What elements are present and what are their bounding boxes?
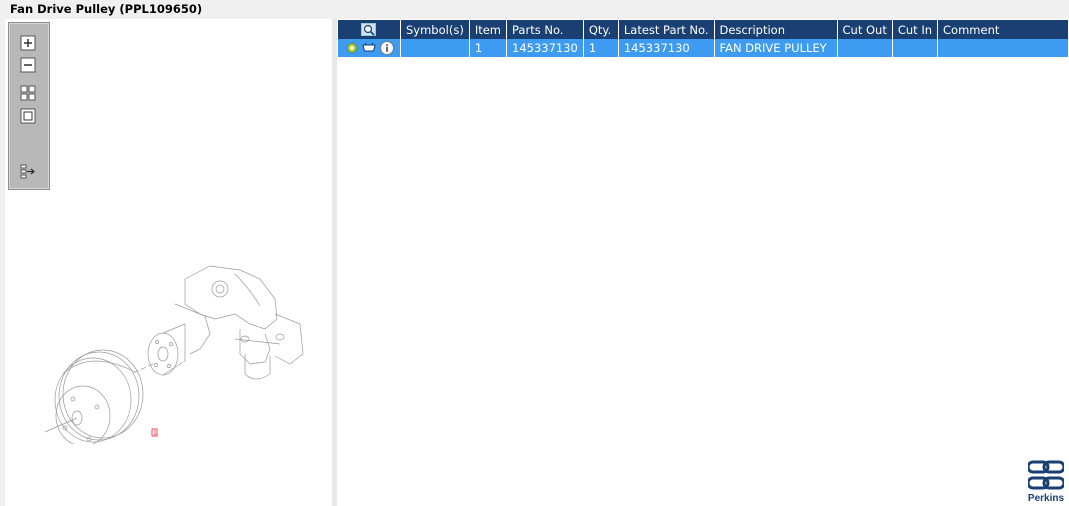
window-title: Fan Drive Pulley (PPL109650) [10, 2, 203, 16]
fit-window-button[interactable] [20, 108, 36, 124]
basket-icon[interactable] [362, 42, 376, 54]
parts-table: Symbol(s) Item Parts No. Qty. Latest Par… [338, 20, 1069, 57]
gear-icon[interactable] [346, 42, 358, 54]
select-column-header[interactable] [338, 20, 401, 39]
list-arrow-icon [20, 164, 36, 179]
zoom-out-button[interactable] [20, 57, 36, 73]
magnify-icon [361, 22, 376, 36]
cell-qty: 1 [583, 39, 619, 57]
exploded-view-drawing[interactable]: 1 [35, 244, 315, 444]
cell-symbols [400, 39, 470, 57]
cell-cut-in [892, 39, 939, 57]
perkins-emblem-icon [1026, 460, 1066, 490]
col-parts-no[interactable]: Parts No. [506, 20, 584, 39]
col-symbols[interactable]: Symbol(s) [400, 20, 470, 39]
zoom-in-icon [20, 35, 36, 51]
col-comment[interactable]: Comment [937, 20, 1069, 39]
parts-list-pane: Symbol(s) Item Parts No. Qty. Latest Par… [337, 19, 1069, 506]
table-header-row: Symbol(s) Item Parts No. Qty. Latest Par… [338, 20, 1069, 39]
parts-list-button[interactable] [20, 163, 36, 179]
fit-all-icon [20, 85, 36, 101]
col-latest-part-no[interactable]: Latest Part No. [618, 20, 715, 39]
table-row[interactable]: 1 145337130 1 145337130 FAN DRIVE PULLEY [338, 39, 1069, 57]
callout-label[interactable]: 1 [153, 430, 157, 437]
cell-comment [937, 39, 1069, 57]
cell-cut-out [837, 39, 893, 57]
title-bar: Fan Drive Pulley (PPL109650) [0, 0, 1069, 19]
fit-window-icon [20, 108, 36, 124]
perkins-logo: Perkins [1026, 459, 1066, 504]
fit-all-button[interactable] [20, 85, 36, 101]
cell-latest-part-no: 145337130 [618, 39, 715, 57]
cell-description: FAN DRIVE PULLEY [714, 39, 838, 57]
viewer-toolbar [8, 22, 50, 190]
zoom-out-icon [20, 57, 36, 73]
cell-parts-no: 145337130 [506, 39, 584, 57]
col-qty[interactable]: Qty. [583, 20, 619, 39]
logo-text: Perkins [1027, 493, 1065, 504]
cell-item: 1 [469, 39, 508, 57]
col-item[interactable]: Item [469, 20, 508, 39]
col-description[interactable]: Description [714, 20, 838, 39]
row-actions-cell [338, 39, 401, 57]
zoom-in-button[interactable] [20, 35, 36, 51]
illustration-pane[interactable]: 1 [5, 19, 332, 506]
col-cut-out[interactable]: Cut Out [837, 20, 893, 39]
col-cut-in[interactable]: Cut In [892, 20, 939, 39]
info-icon[interactable] [380, 41, 394, 55]
